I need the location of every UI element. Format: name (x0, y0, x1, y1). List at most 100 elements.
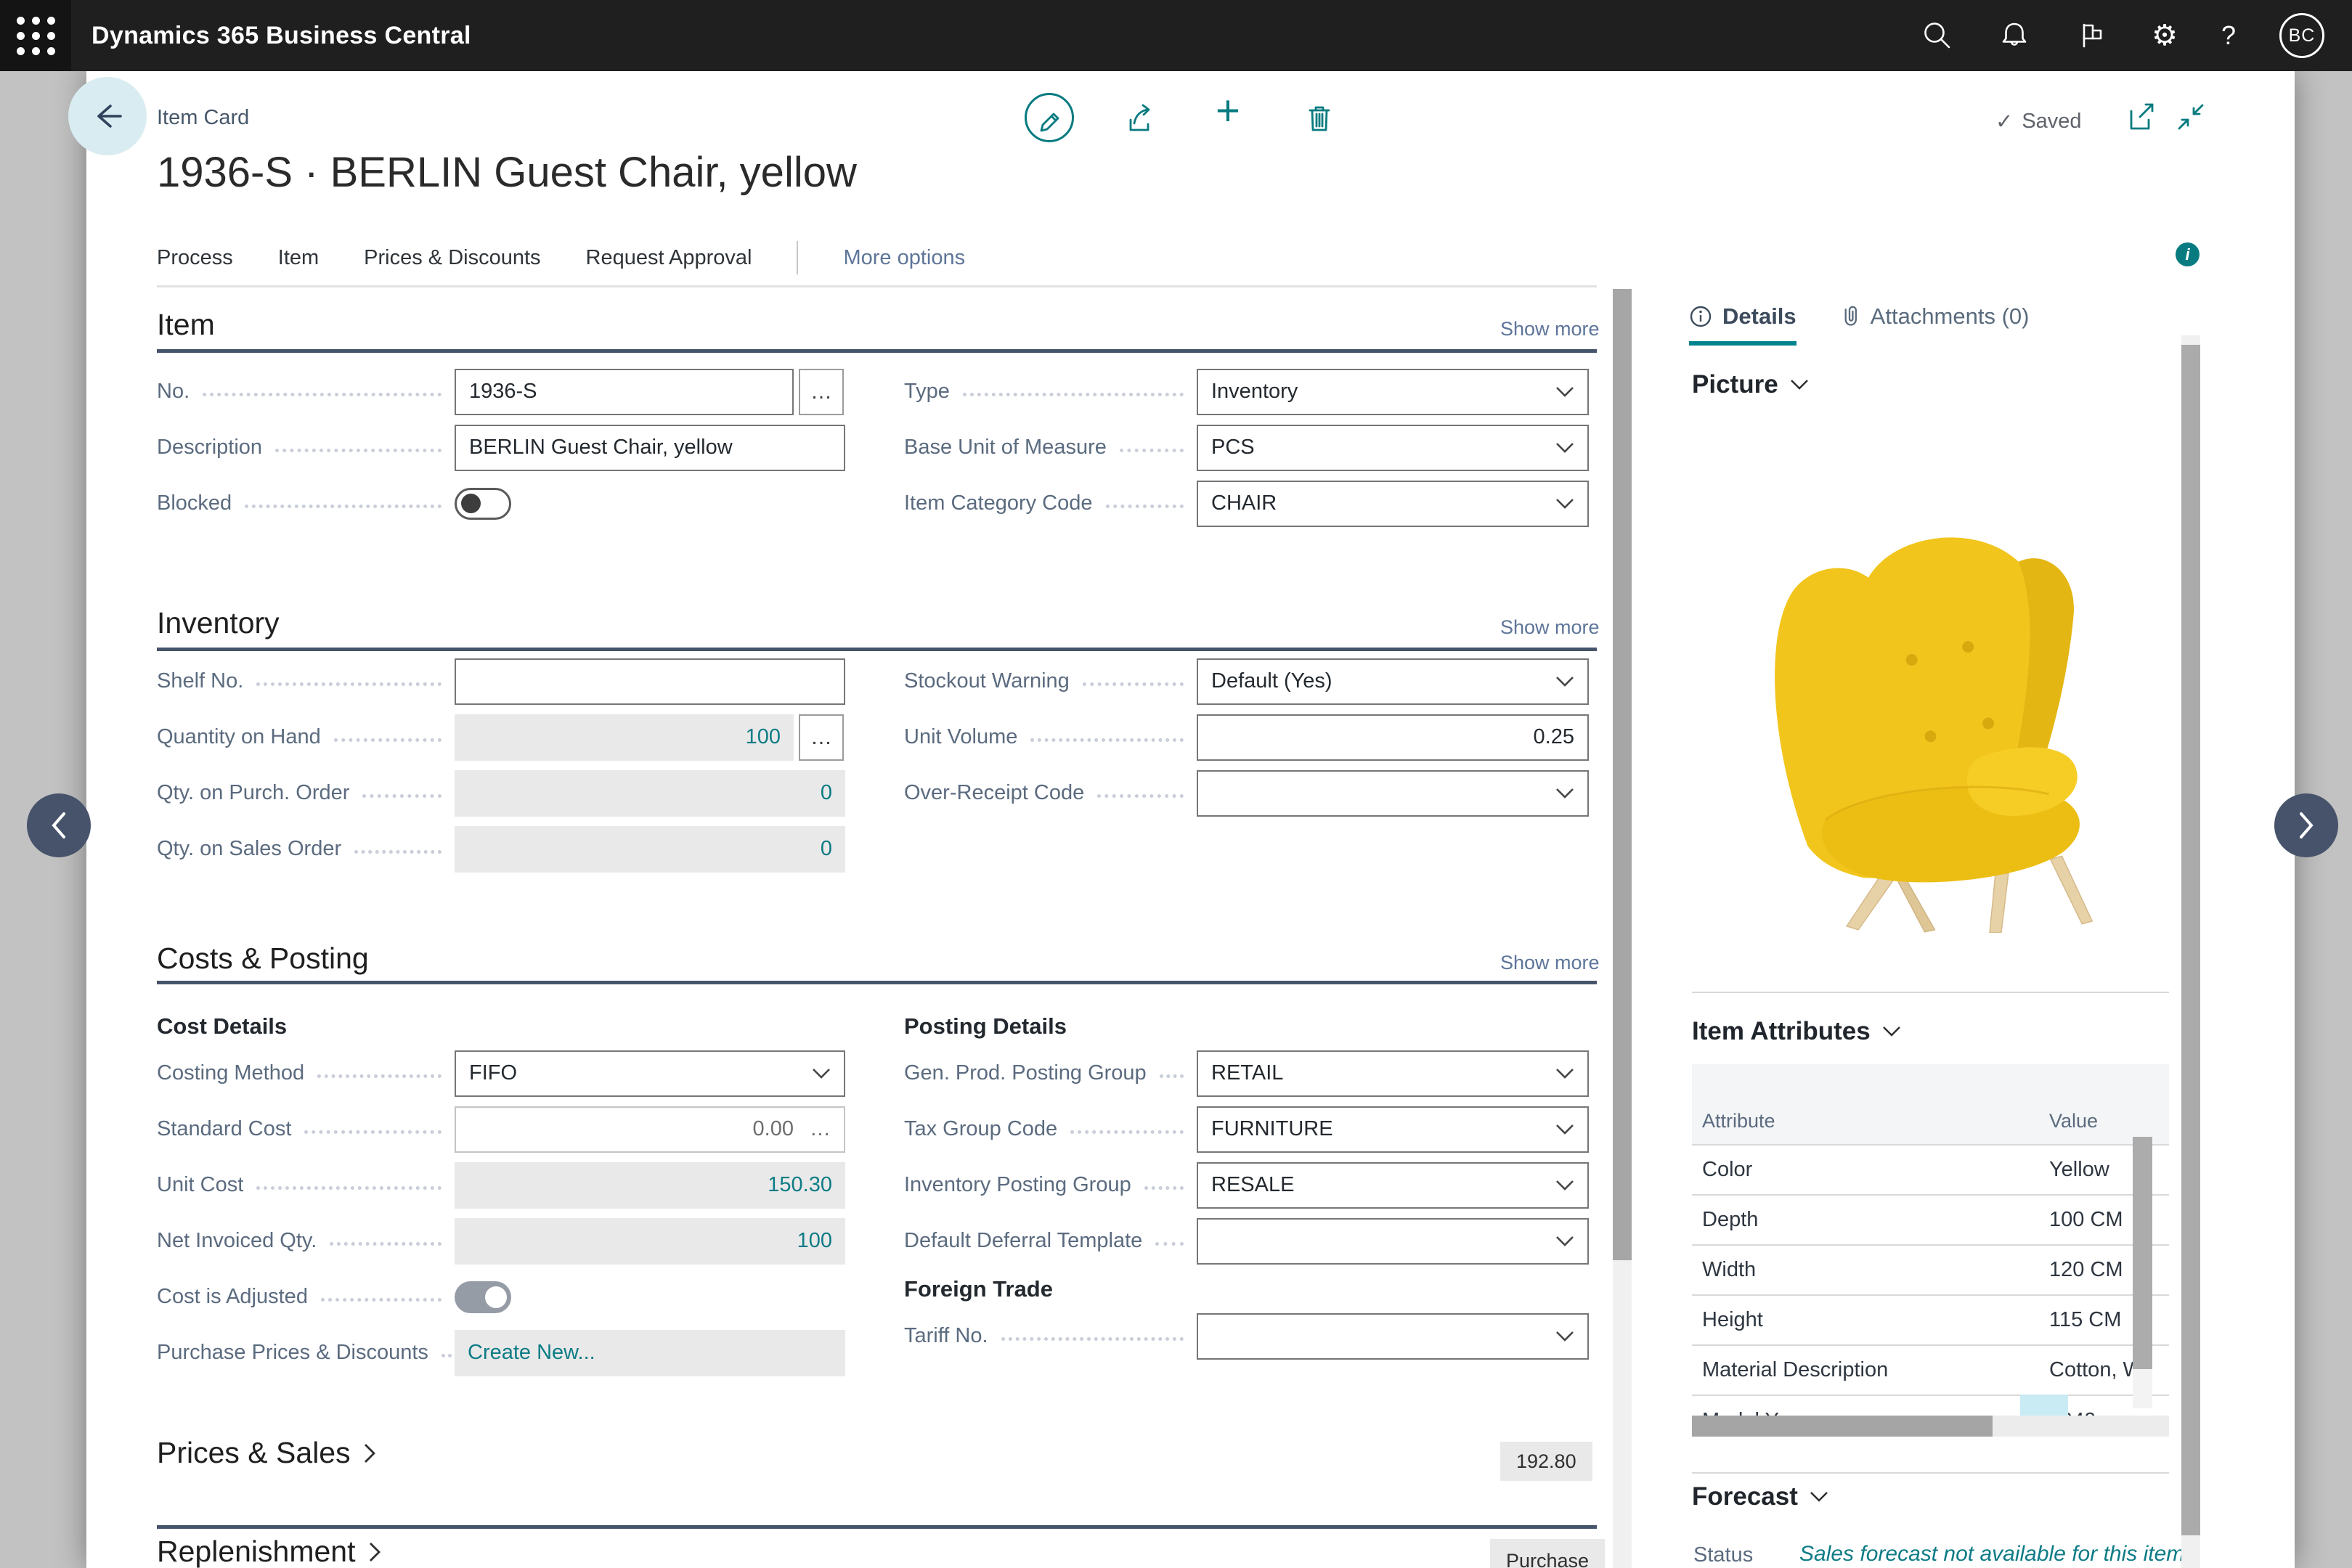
on-hand-assist-edit-button[interactable]: … (799, 714, 844, 761)
field-row-standard-cost: Standard Cost 0.00… (157, 1101, 845, 1157)
tab-attachments[interactable]: Attachments (0) (1839, 303, 2030, 341)
no-input[interactable]: 1936-S (455, 369, 794, 415)
chevron-right-icon (369, 1542, 381, 1562)
menu-item-request-approval[interactable]: Request Approval (586, 246, 752, 270)
subheading-foreign-trade: Foreign Trade (904, 1276, 1053, 1302)
volume-input[interactable]: 0.25 (1197, 714, 1589, 761)
attributes-horizontal-scrollbar[interactable] (1692, 1416, 2169, 1437)
subheading-posting-details: Posting Details (904, 1013, 1067, 1040)
dotted-leader (1001, 1337, 1184, 1341)
section-header-replenishment[interactable]: Replenishment (157, 1535, 381, 1568)
base-uom-dropdown[interactable]: PCS (1197, 425, 1589, 471)
collapse-page-icon[interactable] (2174, 100, 2207, 134)
shelf-input[interactable] (455, 658, 845, 705)
category-label: Item Category Code (904, 491, 1093, 515)
page-title: 1936-S · BERLIN Guest Chair, yellow (157, 148, 857, 197)
dotted-leader (1144, 1186, 1184, 1190)
dotted-leader (304, 1130, 441, 1134)
menu-item-item[interactable]: Item (278, 246, 319, 270)
no-assist-edit-button[interactable]: … (799, 369, 844, 415)
new-plus-icon[interactable]: + (1216, 90, 1240, 132)
field-row-type: Type Inventory (904, 364, 1590, 420)
gen-prod-dropdown[interactable]: RETAIL (1197, 1050, 1589, 1097)
previous-record-button[interactable] (27, 793, 91, 857)
table-row-clipped[interactable]: Model Year1949 (1692, 1395, 2169, 1416)
forecast-pane-header[interactable]: Forecast (1692, 1482, 1828, 1511)
unit-cost-drilldown[interactable]: 150.30 (455, 1162, 845, 1209)
section-rule (157, 349, 1597, 353)
type-dropdown[interactable]: Inventory (1197, 369, 1589, 415)
show-more-costs[interactable]: Show more (1500, 952, 1600, 974)
standard-cost-input[interactable]: 0.00… (455, 1106, 845, 1153)
unit-cost-label: Unit Cost (157, 1173, 243, 1197)
ppd-create-new-link[interactable]: Create New... (455, 1330, 845, 1376)
stockout-dropdown[interactable]: Default (Yes) (1197, 658, 1589, 705)
deferral-dropdown[interactable] (1197, 1218, 1589, 1265)
app-launcher-icon[interactable] (0, 0, 71, 71)
dotted-leader (1083, 682, 1184, 686)
settings-gear-icon[interactable]: ⚙ (2152, 21, 2178, 50)
table-row[interactable]: Material DescriptionCotton, W (1692, 1344, 2169, 1395)
main-scrollbar[interactable] (1613, 289, 1632, 1568)
delete-trash-icon[interactable] (1303, 101, 1336, 134)
feedback-flag-icon[interactable] (2075, 19, 2108, 52)
picture-pane-header[interactable]: Picture (1692, 370, 1809, 399)
app-title: Dynamics 365 Business Central (91, 22, 471, 50)
show-more-inventory[interactable]: Show more (1500, 616, 1600, 639)
field-row-category: Item Category Code CHAIR (904, 475, 1590, 531)
sales-order-drilldown[interactable]: 0 (455, 826, 845, 873)
tab-details[interactable]: Details (1689, 303, 1796, 346)
scrollbar-thumb[interactable] (2133, 1137, 2152, 1369)
cost-adjusted-toggle[interactable] (455, 1281, 511, 1313)
category-dropdown[interactable]: CHAIR (1197, 481, 1589, 527)
blocked-toggle[interactable] (455, 488, 511, 520)
purch-order-drilldown[interactable]: 0 (455, 770, 845, 817)
description-input[interactable]: BERLIN Guest Chair, yellow (455, 425, 845, 471)
notifications-bell-icon[interactable] (1998, 19, 2031, 52)
field-row-sales-order: Qty. on Sales Order 0 (157, 821, 845, 877)
back-button[interactable] (68, 77, 147, 155)
section-title-costs[interactable]: Costs & Posting (157, 942, 369, 976)
ellipsis-icon[interactable]: … (810, 1117, 831, 1141)
table-row[interactable]: Height115 CM (1692, 1294, 2169, 1344)
user-avatar[interactable]: BC (2279, 13, 2324, 58)
show-more-item[interactable]: Show more (1500, 318, 1600, 340)
costing-method-dropdown[interactable]: FIFO (455, 1050, 845, 1097)
share-icon[interactable] (1122, 101, 1155, 134)
tax-group-dropdown[interactable]: FURNITURE (1197, 1106, 1589, 1153)
main-scrollbar-thumb[interactable] (1613, 289, 1632, 1260)
menu-item-prices-discounts[interactable]: Prices & Discounts (364, 246, 540, 270)
paperclip-icon (1839, 304, 1860, 329)
net-qty-drilldown[interactable]: 100 (455, 1218, 845, 1265)
table-row[interactable]: Depth100 CM (1692, 1194, 2169, 1244)
tariff-dropdown[interactable] (1197, 1313, 1589, 1360)
section-title-item[interactable]: Item (157, 308, 215, 342)
search-icon[interactable] (1921, 19, 1954, 52)
edit-button[interactable] (1025, 93, 1074, 142)
over-receipt-dropdown[interactable] (1197, 770, 1589, 817)
field-row-costing-method: Costing Method FIFO (157, 1045, 845, 1101)
menu-item-process[interactable]: Process (157, 246, 233, 270)
item-attributes-pane-header[interactable]: Item Attributes (1692, 1017, 1901, 1046)
table-row[interactable]: ColorYellow (1692, 1144, 2169, 1194)
on-hand-drilldown[interactable]: 100 (455, 714, 794, 761)
dotted-leader (275, 449, 441, 452)
chevron-left-icon (46, 809, 71, 841)
open-in-new-window-icon[interactable] (2125, 100, 2158, 134)
factbox-scrollbar[interactable] (2181, 335, 2200, 1568)
factbox-scrollbar-thumb[interactable] (2181, 345, 2200, 1535)
help-icon[interactable]: ? (2221, 23, 2236, 49)
scrollbar-thumb[interactable] (1692, 1416, 1993, 1437)
field-row-tax-group: Tax Group Code FURNITURE (904, 1101, 1590, 1157)
type-label: Type (904, 380, 950, 404)
menu-more-options[interactable]: More options (843, 246, 965, 270)
forecast-status-label: Status (1693, 1543, 1753, 1567)
table-row[interactable]: Width120 CM (1692, 1244, 2169, 1294)
section-header-prices-sales[interactable]: Prices & Sales (157, 1436, 376, 1470)
info-icon[interactable]: i (2176, 242, 2200, 266)
dotted-leader (317, 1074, 441, 1078)
inv-posting-dropdown[interactable]: RESALE (1197, 1162, 1589, 1209)
attributes-vertical-scrollbar[interactable] (2133, 1137, 2152, 1408)
section-title-inventory[interactable]: Inventory (157, 606, 280, 640)
next-record-button[interactable] (2274, 793, 2338, 857)
